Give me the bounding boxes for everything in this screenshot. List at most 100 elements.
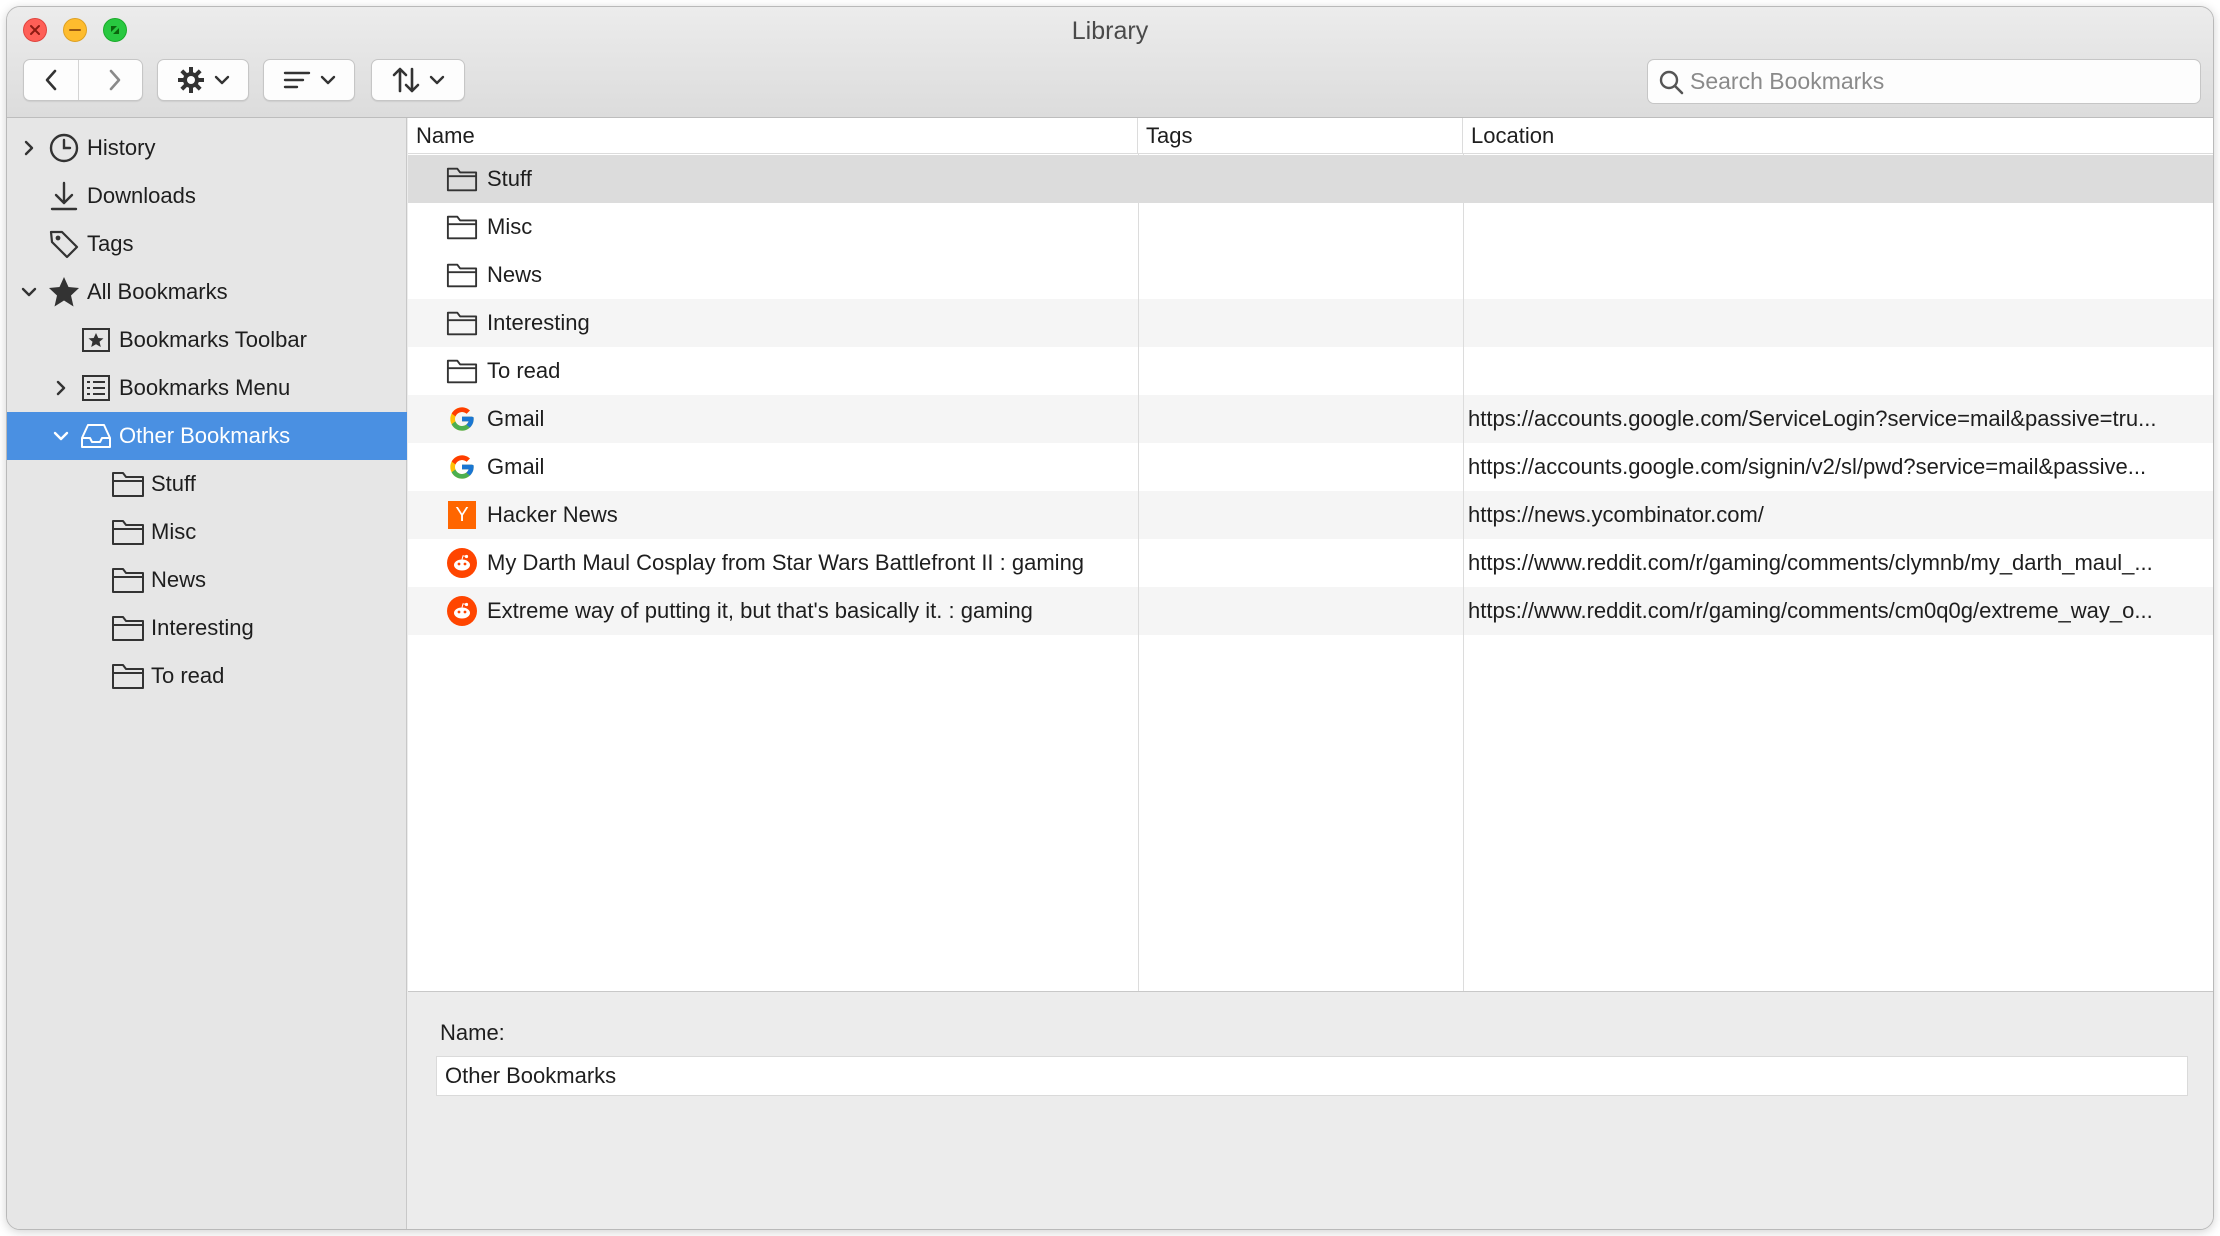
sidebar-item-interesting[interactable]: Interesting <box>7 604 407 652</box>
sidebar-item-downloads[interactable]: Downloads <box>7 172 407 220</box>
table-row[interactable]: Misc <box>408 203 2213 251</box>
chevron-right-icon[interactable] <box>19 138 39 158</box>
row-tags <box>1148 251 1458 299</box>
sidebar-item-tags[interactable]: Tags <box>7 220 407 268</box>
back-forward-buttons <box>23 59 143 101</box>
chevron-left-icon <box>45 69 57 91</box>
sidebar-item-label: Tags <box>87 231 134 256</box>
forward-button[interactable] <box>87 60 142 100</box>
sidebar-item-news[interactable]: News <box>7 556 407 604</box>
table-row[interactable]: My Darth Maul Cosplay from Star Wars Bat… <box>408 539 2213 587</box>
sidebar-item-label: History <box>87 135 156 160</box>
sidebar-item-history[interactable]: History <box>7 124 407 172</box>
bookmark-menu-icon <box>79 371 113 405</box>
folder-icon <box>111 515 145 549</box>
column-header-location[interactable]: Location <box>1463 118 2213 154</box>
chevron-down-icon <box>429 75 445 85</box>
folder-icon <box>111 467 145 501</box>
search-input[interactable] <box>1690 68 2190 95</box>
row-location <box>1468 203 2203 251</box>
search-box <box>1647 59 2201 104</box>
row-name: Misc <box>487 214 533 239</box>
row-name: To read <box>487 358 561 383</box>
sidebar-item-bookmarks-menu[interactable]: Bookmarks Menu <box>7 364 407 412</box>
organize-button[interactable] <box>157 59 249 101</box>
google-icon <box>446 403 478 435</box>
table-row[interactable]: Gmail https://accounts.google.com/signin… <box>408 443 2213 491</box>
chevron-down-icon <box>320 75 336 85</box>
row-tags <box>1148 203 1458 251</box>
row-location <box>1468 251 2203 299</box>
row-tags <box>1148 395 1458 443</box>
chevron-down-icon <box>214 75 230 85</box>
table-row[interactable]: Extreme way of putting it, but that's ba… <box>408 587 2213 635</box>
folder-icon <box>111 611 145 645</box>
table-row[interactable]: To read <box>408 347 2213 395</box>
bookmark-toolbar-icon <box>79 323 113 357</box>
sidebar-item-label: Bookmarks Toolbar <box>119 327 307 352</box>
reddit-icon <box>446 595 478 627</box>
reddit-icon <box>446 547 478 579</box>
folder-icon <box>111 563 145 597</box>
arrows-updown-icon <box>392 67 420 93</box>
sidebar: History Downloads Tags All Bookmarks Boo… <box>7 118 407 1229</box>
list-icon <box>283 71 311 89</box>
library-window: Library Search Bookmarks History Downloa… <box>6 6 2214 1230</box>
inbox-icon <box>79 419 113 453</box>
row-tags <box>1148 347 1458 395</box>
row-tags <box>1148 587 1458 635</box>
sidebar-item-label: Misc <box>151 519 197 544</box>
folder-icon <box>446 163 478 195</box>
row-location: https://www.reddit.com/r/gaming/comments… <box>1468 550 2153 575</box>
google-icon <box>446 451 478 483</box>
row-location <box>1468 155 2203 203</box>
row-name: Extreme way of putting it, but that's ba… <box>487 598 1033 623</box>
table-row[interactable]: Y Hacker News https://news.ycombinator.c… <box>408 491 2213 539</box>
sidebar-item-label: News <box>151 567 207 592</box>
sidebar-item-misc[interactable]: Misc <box>7 508 407 556</box>
column-divider <box>1463 154 1464 991</box>
row-name: Hacker News <box>487 502 618 527</box>
row-tags <box>1148 299 1458 347</box>
chevron-down-icon[interactable] <box>19 282 39 302</box>
name-label: Name: <box>440 1020 505 1045</box>
table-row[interactable]: News <box>408 251 2213 299</box>
sidebar-item-label: Interesting <box>151 615 254 640</box>
star-icon <box>47 275 81 309</box>
folder-icon <box>446 259 478 291</box>
row-name: Stuff <box>487 166 532 191</box>
column-divider <box>1138 154 1139 991</box>
import-export-button[interactable] <box>371 59 465 101</box>
table-row[interactable]: Stuff <box>408 155 2213 203</box>
row-location: https://news.ycombinator.com/ <box>1468 502 1764 527</box>
details-pane: Name: <box>408 991 2213 1229</box>
row-tags <box>1148 155 1458 203</box>
download-icon <box>47 179 81 213</box>
chevron-right-icon[interactable] <box>51 378 71 398</box>
table-row[interactable]: Gmail https://accounts.google.com/Servic… <box>408 395 2213 443</box>
row-location: https://accounts.google.com/ServiceLogin… <box>1468 406 2157 431</box>
sidebar-item-to-read[interactable]: To read <box>7 652 407 700</box>
sidebar-item-other-bookmarks[interactable]: Other Bookmarks <box>7 412 407 460</box>
sidebar-item-label: All Bookmarks <box>87 279 228 304</box>
row-tags <box>1148 443 1458 491</box>
views-button[interactable] <box>263 59 355 101</box>
row-name: Gmail <box>487 454 545 479</box>
folder-icon <box>446 307 478 339</box>
table-row[interactable]: Interesting <box>408 299 2213 347</box>
folder-icon <box>111 659 145 693</box>
row-location <box>1468 299 2203 347</box>
sidebar-item-bookmarks-toolbar[interactable]: Bookmarks Toolbar <box>7 316 407 364</box>
column-header-tags[interactable]: Tags <box>1138 118 1463 154</box>
folder-icon <box>446 355 478 387</box>
chevron-down-icon[interactable] <box>51 426 71 446</box>
row-tags <box>1148 491 1458 539</box>
row-location: https://accounts.google.com/signin/v2/sl… <box>1468 454 2147 479</box>
search-icon <box>1659 70 1684 94</box>
sidebar-item-stuff[interactable]: Stuff <box>7 460 407 508</box>
sidebar-item-all-bookmarks[interactable]: All Bookmarks <box>7 268 407 316</box>
column-header-name[interactable]: Name <box>408 118 1138 154</box>
row-name: Gmail <box>487 406 545 431</box>
name-field[interactable] <box>436 1056 2188 1096</box>
back-button[interactable] <box>24 60 80 100</box>
